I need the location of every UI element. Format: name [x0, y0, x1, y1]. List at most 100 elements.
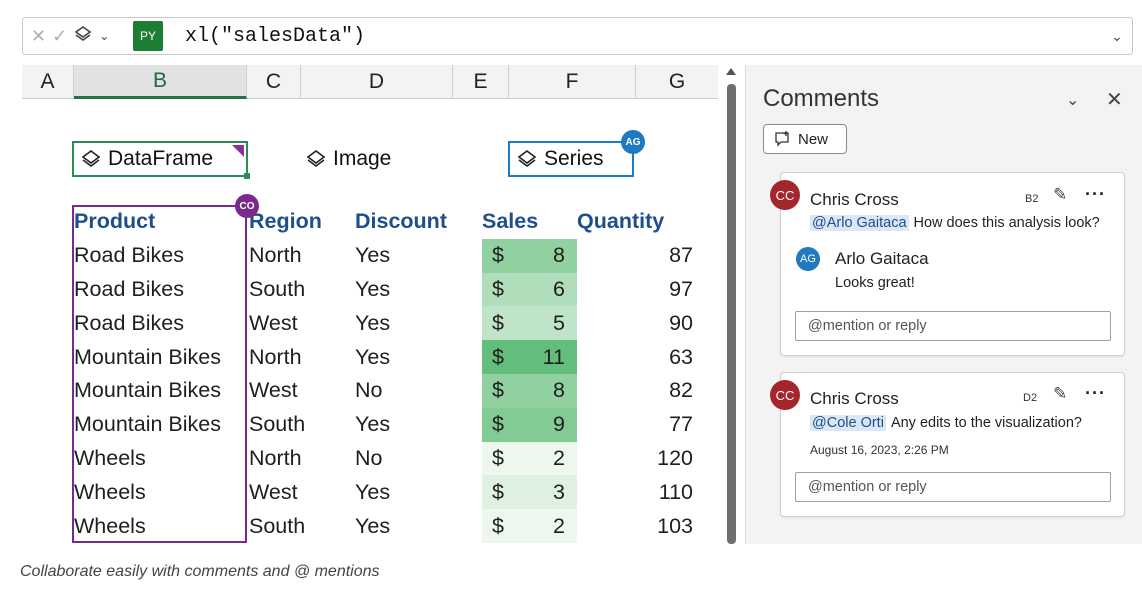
sales-value: 2: [553, 513, 565, 538]
edit-icon[interactable]: ✎: [1053, 384, 1067, 404]
currency-value: $2: [482, 509, 577, 543]
expand-formula-icon[interactable]: ⌄: [1102, 28, 1132, 45]
sales-cell[interactable]: $3: [482, 475, 577, 510]
sales-cell[interactable]: $5: [482, 306, 577, 341]
close-icon[interactable]: ✕: [1106, 87, 1123, 112]
python-object-icon: [306, 150, 326, 167]
column-header-e[interactable]: E: [453, 65, 509, 99]
comment-thread[interactable]: CC Chris Cross D2 ✎ ··· @Cole Orti Any ed…: [770, 372, 1125, 517]
region-cell[interactable]: West: [249, 306, 355, 340]
region-cell[interactable]: South: [249, 408, 355, 442]
vertical-scrollbar[interactable]: [723, 66, 739, 544]
region-cell[interactable]: North: [249, 442, 355, 476]
header-region[interactable]: Region: [249, 205, 355, 239]
quantity-cell[interactable]: 120: [577, 442, 693, 476]
column-header-b[interactable]: B: [74, 65, 247, 99]
currency-symbol: $: [492, 479, 504, 504]
quantity-cell[interactable]: 87: [577, 239, 693, 273]
region-cell[interactable]: West: [249, 374, 355, 408]
reply-text: Looks great!: [835, 275, 915, 291]
comments-pane: Comments ⌄ ✕ New CC Chris Cross B2 ✎ ···…: [745, 65, 1142, 544]
column-header-f[interactable]: F: [509, 65, 636, 99]
reply-input[interactable]: @mention or reply: [795, 472, 1111, 502]
scroll-up-icon[interactable]: [726, 68, 736, 75]
discount-cell[interactable]: Yes: [355, 475, 482, 509]
scroll-thumb[interactable]: [727, 84, 736, 544]
new-comment-icon: [775, 131, 789, 147]
sales-value: 5: [553, 310, 565, 335]
sales-cell[interactable]: $9: [482, 407, 577, 442]
region-cell[interactable]: North: [249, 340, 355, 374]
comment-body: Any edits to the visualization?: [890, 415, 1082, 431]
currency-symbol: $: [492, 513, 504, 538]
sales-value: 11: [542, 344, 565, 369]
formula-input[interactable]: xl("salesData"): [185, 25, 1102, 48]
presence-avatar-ag[interactable]: AG: [621, 130, 645, 154]
avatar: CC: [770, 380, 800, 410]
sales-cell[interactable]: $2: [482, 441, 577, 476]
chevron-down-icon[interactable]: ⌄: [1066, 90, 1079, 110]
currency-value: $8: [482, 374, 577, 408]
discount-cell[interactable]: Yes: [355, 273, 482, 307]
header-quantity[interactable]: Quantity: [577, 205, 693, 239]
quantity-cell[interactable]: 82: [577, 374, 693, 408]
column-header-a[interactable]: A: [22, 65, 74, 99]
discount-cell[interactable]: Yes: [355, 509, 482, 543]
more-options-icon[interactable]: ···: [1085, 184, 1106, 205]
comment-indicator-icon[interactable]: [232, 145, 244, 157]
comment-author: Chris Cross: [810, 389, 899, 408]
column-header-d[interactable]: D: [301, 65, 453, 99]
fill-handle[interactable]: [244, 173, 250, 179]
quantity-cell[interactable]: 110: [577, 475, 693, 509]
sales-value: 8: [553, 378, 565, 403]
more-options-icon[interactable]: ···: [1085, 383, 1106, 404]
comment-thread[interactable]: CC Chris Cross B2 ✎ ··· @Arlo Gaitaca How…: [770, 172, 1125, 356]
series-cell[interactable]: Series: [508, 141, 634, 177]
cell-reference[interactable]: D2: [1023, 392, 1037, 404]
discount-cell[interactable]: Yes: [355, 306, 482, 340]
quantity-cell[interactable]: 63: [577, 340, 693, 374]
sales-cell[interactable]: $8: [482, 238, 577, 273]
discount-cell[interactable]: No: [355, 374, 482, 408]
sales-cell[interactable]: $2: [482, 509, 577, 543]
reply-input[interactable]: @mention or reply: [795, 311, 1111, 341]
sales-cell[interactable]: $8: [482, 373, 577, 408]
sales-cell[interactable]: $11: [482, 340, 577, 374]
sales-cell[interactable]: $6: [482, 272, 577, 307]
formula-controls: ✕ ✓ ⌄: [23, 24, 133, 49]
currency-symbol: $: [492, 412, 504, 437]
column-header-c[interactable]: C: [247, 65, 301, 99]
edit-icon[interactable]: ✎: [1053, 185, 1067, 205]
chevron-down-icon[interactable]: ⌄: [99, 29, 109, 43]
check-icon[interactable]: ✓: [52, 26, 67, 47]
column-header-g[interactable]: G: [636, 65, 718, 99]
quantity-cell[interactable]: 90: [577, 306, 693, 340]
x-icon[interactable]: ✕: [31, 26, 46, 47]
currency-symbol: $: [492, 445, 504, 470]
discount-cell[interactable]: Yes: [355, 239, 482, 273]
region-cell[interactable]: West: [249, 475, 355, 509]
quantity-cell[interactable]: 77: [577, 408, 693, 442]
discount-cell[interactable]: Yes: [355, 408, 482, 442]
mention-tag[interactable]: @Cole Orti: [810, 415, 886, 431]
image-cell[interactable]: Image: [299, 141, 397, 177]
discount-cell[interactable]: No: [355, 442, 482, 476]
quantity-cell[interactable]: 97: [577, 273, 693, 307]
new-comment-button[interactable]: New: [763, 124, 847, 154]
dataframe-cell[interactable]: DataFrame: [72, 141, 250, 179]
header-discount[interactable]: Discount: [355, 205, 482, 239]
header-sales[interactable]: Sales: [482, 205, 577, 239]
comment-timestamp: August 16, 2023, 2:26 PM: [810, 443, 949, 457]
cell-reference[interactable]: B2: [1025, 193, 1038, 205]
region-cell[interactable]: South: [249, 509, 355, 543]
mention-tag[interactable]: @Arlo Gaitaca: [810, 215, 909, 231]
product-column-selection: [72, 205, 247, 543]
quantity-cell[interactable]: 103: [577, 509, 693, 543]
discount-cell[interactable]: Yes: [355, 340, 482, 374]
region-cell[interactable]: North: [249, 239, 355, 273]
formula-bar: ✕ ✓ ⌄ PY xl("salesData") ⌄: [22, 17, 1133, 55]
worksheet-grid[interactable]: DataFrame Image Series AG Product Region…: [22, 99, 718, 544]
diamond-stack-icon[interactable]: [73, 24, 93, 49]
region-cell[interactable]: South: [249, 273, 355, 307]
presence-avatar-co[interactable]: CO: [235, 194, 259, 218]
